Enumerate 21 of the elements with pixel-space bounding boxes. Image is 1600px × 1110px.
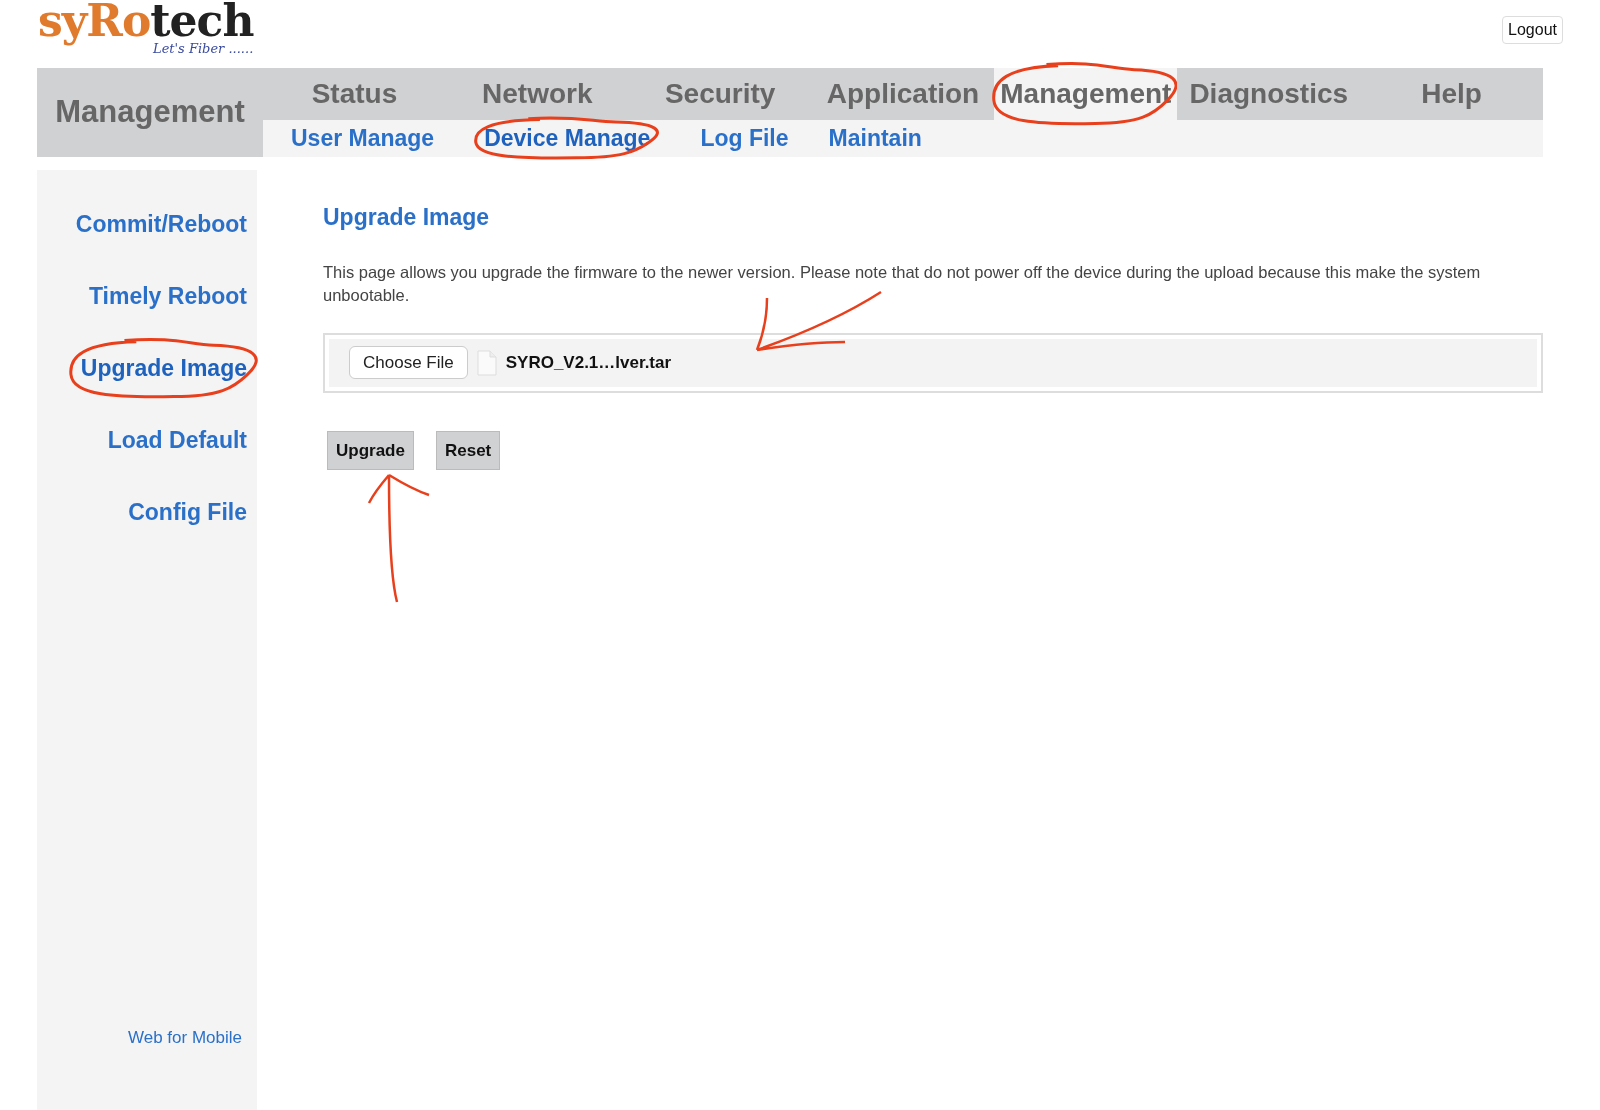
nav-tab[interactable]: Management xyxy=(994,68,1178,120)
mobile-link[interactable]: Web for Mobile xyxy=(128,1024,242,1050)
logout-button[interactable]: Logout xyxy=(1502,16,1563,44)
sub-nav-tab[interactable]: Device Manage xyxy=(474,121,661,156)
choose-file-button[interactable]: Choose File xyxy=(349,345,468,380)
form-button[interactable]: Reset xyxy=(435,430,501,470)
description-text: This page allows you upgrade the firmware to the newer version. Please note that do not power off the device during the upload because this make the system unbootable. xyxy=(323,261,1482,306)
section-title: Management xyxy=(37,68,263,157)
sidebar-link[interactable]: Load Default xyxy=(107,426,247,455)
sidebar-link[interactable]: Commit/Reboot xyxy=(75,210,247,239)
sidebar-link[interactable]: Upgrade Image xyxy=(80,354,247,383)
sub-nav-tab[interactable]: Log File xyxy=(700,121,789,156)
sub-nav-tab[interactable]: Maintain xyxy=(828,121,922,156)
sidebar-link[interactable]: Timely Reboot xyxy=(88,282,247,311)
logo-tagline: Let's Fiber ...... xyxy=(153,42,254,55)
sub-nav-tab[interactable]: User Manage xyxy=(291,121,435,156)
sidebar-link[interactable]: Config File xyxy=(128,498,247,527)
page-title: Upgrade Image xyxy=(323,203,491,232)
file-name: SYRO_V2.1…lver.tar xyxy=(505,351,672,374)
document-icon xyxy=(475,349,498,376)
form-button[interactable]: Upgrade xyxy=(327,430,414,470)
